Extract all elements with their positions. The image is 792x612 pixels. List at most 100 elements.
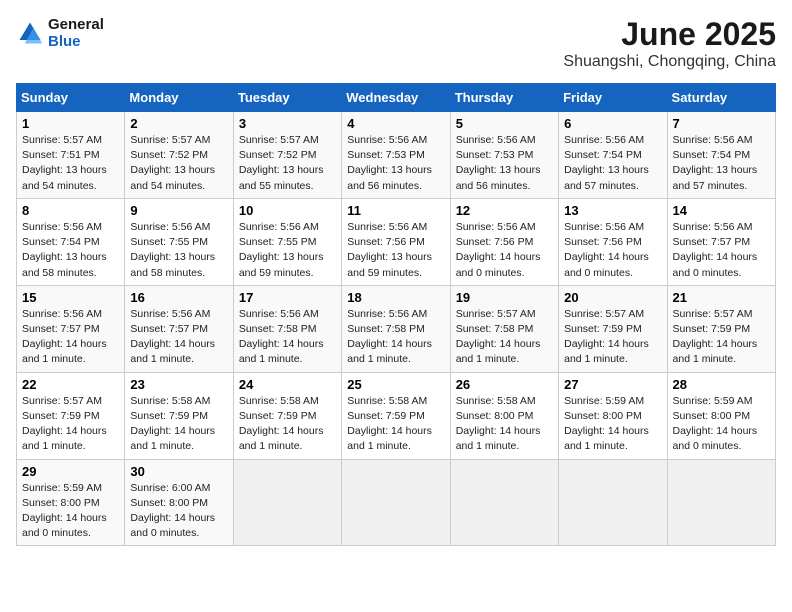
calendar-cell: 14Sunrise: 5:56 AMSunset: 7:57 PMDayligh… [667, 198, 775, 285]
day-info: Sunrise: 5:56 AMSunset: 7:53 PMDaylight:… [347, 133, 444, 194]
day-info: Sunrise: 5:56 AMSunset: 7:54 PMDaylight:… [564, 133, 661, 194]
day-number: 2 [130, 116, 227, 131]
calendar-cell: 18 Sunrise: 5:56 AMSunset: 7:58 PMDayligh… [342, 285, 450, 372]
calendar-cell: 13Sunrise: 5:56 AMSunset: 7:56 PMDayligh… [559, 198, 667, 285]
day-number: 18 [347, 290, 444, 305]
day-number: 20 [564, 290, 661, 305]
column-header-saturday: Saturday [667, 84, 775, 112]
day-info: Sunrise: 5:58 AMSunset: 7:59 PMDaylight:… [239, 394, 336, 455]
day-info: Sunrise: 5:59 AMSunset: 8:00 PMDaylight:… [564, 394, 661, 455]
day-number: 4 [347, 116, 444, 131]
day-number: 11 [347, 203, 444, 218]
calendar-cell: 30 Sunrise: 6:00 AMSunset: 8:00 PMDayligh… [125, 459, 233, 546]
calendar-cell: 26Sunrise: 5:58 AMSunset: 8:00 PMDayligh… [450, 372, 558, 459]
day-number: 29 [22, 464, 119, 479]
day-number: 28 [673, 377, 770, 392]
calendar-cell [667, 459, 775, 546]
day-number: 21 [673, 290, 770, 305]
logo-icon [16, 19, 44, 47]
calendar-cell: 10 Sunrise: 5:56 AMSunset: 7:55 PMDayligh… [233, 198, 341, 285]
calendar-cell [233, 459, 341, 546]
day-number: 1 [22, 116, 119, 131]
calendar-cell: 9 Sunrise: 5:56 AMSunset: 7:55 PMDaylight… [125, 198, 233, 285]
day-number: 8 [22, 203, 119, 218]
day-number: 15 [22, 290, 119, 305]
day-info: Sunrise: 5:56 AMSunset: 7:55 PMDaylight:… [130, 220, 227, 281]
column-header-friday: Friday [559, 84, 667, 112]
calendar-cell: 25 Sunrise: 5:58 AMSunset: 7:59 PMDayligh… [342, 372, 450, 459]
day-number: 9 [130, 203, 227, 218]
day-info: Sunrise: 5:59 AMSunset: 8:00 PMDaylight:… [22, 481, 119, 542]
day-number: 26 [456, 377, 553, 392]
week-row-3: 22 Sunrise: 5:57 AMSunset: 7:59 PMDayligh… [17, 372, 776, 459]
day-info: Sunrise: 5:56 AMSunset: 7:58 PMDaylight:… [239, 307, 336, 368]
column-header-thursday: Thursday [450, 84, 558, 112]
day-info: Sunrise: 5:58 AMSunset: 7:59 PMDaylight:… [347, 394, 444, 455]
logo: General Blue [16, 16, 104, 50]
day-number: 27 [564, 377, 661, 392]
week-row-0: 1 Sunrise: 5:57 AMSunset: 7:51 PMDaylight… [17, 112, 776, 199]
calendar-cell: 5 Sunrise: 5:56 AMSunset: 7:53 PMDaylight… [450, 112, 558, 199]
calendar-cell: 1 Sunrise: 5:57 AMSunset: 7:51 PMDaylight… [17, 112, 125, 199]
day-number: 17 [239, 290, 336, 305]
calendar-cell: 27 Sunrise: 5:59 AMSunset: 8:00 PMDayligh… [559, 372, 667, 459]
title-area: June 2025 Shuangshi, Chongqing, China [563, 16, 776, 71]
day-number: 24 [239, 377, 336, 392]
day-info: Sunrise: 5:57 AMSunset: 7:51 PMDaylight:… [22, 133, 119, 194]
day-info: Sunrise: 5:57 AMSunset: 7:59 PMDaylight:… [22, 394, 119, 455]
day-info: Sunrise: 5:57 AMSunset: 7:52 PMDaylight:… [239, 133, 336, 194]
calendar-cell: 7 Sunrise: 5:56 AMSunset: 7:54 PMDaylight… [667, 112, 775, 199]
calendar-cell: 3Sunrise: 5:57 AMSunset: 7:52 PMDaylight… [233, 112, 341, 199]
page-header: General Blue June 2025 Shuangshi, Chongq… [16, 16, 776, 71]
calendar-cell: 24 Sunrise: 5:58 AMSunset: 7:59 PMDayligh… [233, 372, 341, 459]
day-number: 10 [239, 203, 336, 218]
column-header-sunday: Sunday [17, 84, 125, 112]
calendar-cell: 4 Sunrise: 5:56 AMSunset: 7:53 PMDaylight… [342, 112, 450, 199]
calendar-cell: 12 Sunrise: 5:56 AMSunset: 7:56 PMDayligh… [450, 198, 558, 285]
day-info: Sunrise: 5:56 AMSunset: 7:58 PMDaylight:… [347, 307, 444, 368]
day-info: Sunrise: 6:00 AMSunset: 8:00 PMDaylight:… [130, 481, 227, 542]
day-number: 5 [456, 116, 553, 131]
day-info: Sunrise: 5:56 AMSunset: 7:53 PMDaylight:… [456, 133, 553, 194]
calendar-cell [450, 459, 558, 546]
calendar-cell [342, 459, 450, 546]
day-info: Sunrise: 5:56 AMSunset: 7:54 PMDaylight:… [673, 133, 770, 194]
calendar-cell: 15 Sunrise: 5:56 AMSunset: 7:57 PMDayligh… [17, 285, 125, 372]
day-number: 23 [130, 377, 227, 392]
column-header-tuesday: Tuesday [233, 84, 341, 112]
day-info: Sunrise: 5:56 AMSunset: 7:55 PMDaylight:… [239, 220, 336, 281]
day-number: 25 [347, 377, 444, 392]
header-row: SundayMondayTuesdayWednesdayThursdayFrid… [17, 84, 776, 112]
calendar-cell: 21Sunrise: 5:57 AMSunset: 7:59 PMDayligh… [667, 285, 775, 372]
column-header-monday: Monday [125, 84, 233, 112]
calendar-cell: 17 Sunrise: 5:56 AMSunset: 7:58 PMDayligh… [233, 285, 341, 372]
day-info: Sunrise: 5:56 AMSunset: 7:57 PMDaylight:… [22, 307, 119, 368]
day-info: Sunrise: 5:56 AMSunset: 7:57 PMDaylight:… [130, 307, 227, 368]
day-info: Sunrise: 5:57 AMSunset: 7:52 PMDaylight:… [130, 133, 227, 194]
day-info: Sunrise: 5:56 AMSunset: 7:56 PMDaylight:… [456, 220, 553, 281]
day-number: 6 [564, 116, 661, 131]
day-number: 16 [130, 290, 227, 305]
calendar-cell [559, 459, 667, 546]
week-row-2: 15 Sunrise: 5:56 AMSunset: 7:57 PMDayligh… [17, 285, 776, 372]
week-row-1: 8Sunrise: 5:56 AMSunset: 7:54 PMDaylight… [17, 198, 776, 285]
calendar-cell: 23Sunrise: 5:58 AMSunset: 7:59 PMDayligh… [125, 372, 233, 459]
location-title: Shuangshi, Chongqing, China [563, 53, 776, 71]
calendar-cell: 16 Sunrise: 5:56 AMSunset: 7:57 PMDayligh… [125, 285, 233, 372]
calendar-cell: 2 Sunrise: 5:57 AMSunset: 7:52 PMDaylight… [125, 112, 233, 199]
calendar-cell: 19Sunrise: 5:57 AMSunset: 7:58 PMDayligh… [450, 285, 558, 372]
day-info: Sunrise: 5:56 AMSunset: 7:56 PMDaylight:… [347, 220, 444, 281]
day-number: 7 [673, 116, 770, 131]
day-number: 30 [130, 464, 227, 479]
day-number: 12 [456, 203, 553, 218]
calendar-cell: 22 Sunrise: 5:57 AMSunset: 7:59 PMDayligh… [17, 372, 125, 459]
day-number: 19 [456, 290, 553, 305]
day-number: 14 [673, 203, 770, 218]
day-info: Sunrise: 5:56 AMSunset: 7:56 PMDaylight:… [564, 220, 661, 281]
calendar-cell: 20Sunrise: 5:57 AMSunset: 7:59 PMDayligh… [559, 285, 667, 372]
day-number: 22 [22, 377, 119, 392]
column-header-wednesday: Wednesday [342, 84, 450, 112]
calendar-cell: 28 Sunrise: 5:59 AMSunset: 8:00 PMDayligh… [667, 372, 775, 459]
day-info: Sunrise: 5:59 AMSunset: 8:00 PMDaylight:… [673, 394, 770, 455]
month-title: June 2025 [563, 16, 776, 53]
